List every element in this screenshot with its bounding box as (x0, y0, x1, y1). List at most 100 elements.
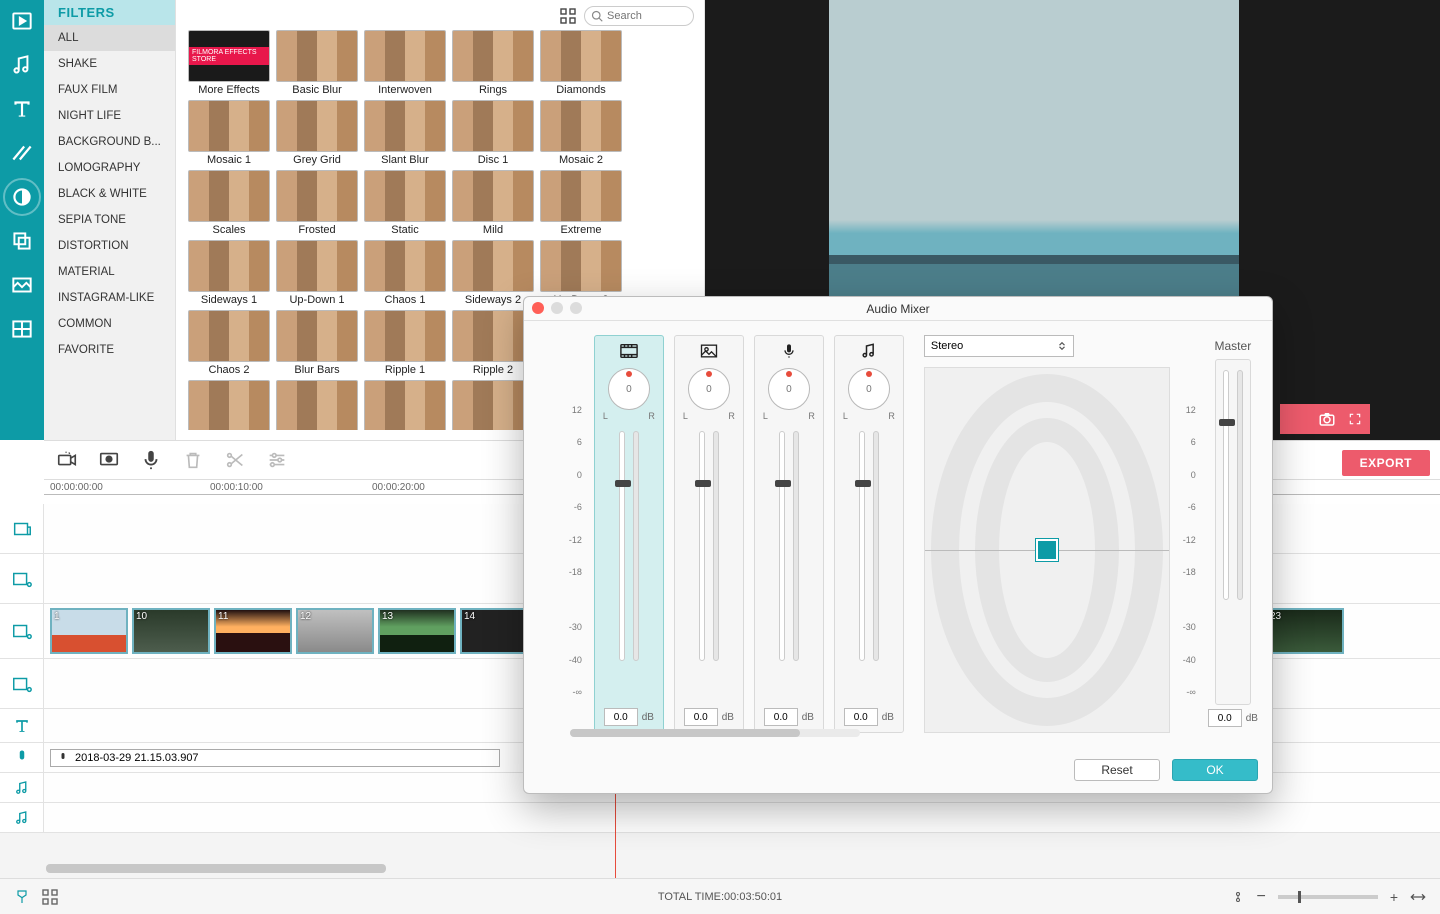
filter-item[interactable]: Scales (188, 170, 270, 236)
delete-icon[interactable] (182, 449, 204, 471)
volume-slider[interactable] (859, 431, 865, 661)
filter-item[interactable]: Chaos 2 (188, 310, 270, 376)
tune-icon[interactable] (266, 449, 288, 471)
search-field[interactable] (607, 10, 677, 22)
effects-icon[interactable] (9, 184, 35, 210)
channel-db-input[interactable] (684, 708, 718, 726)
elements-icon[interactable] (9, 272, 35, 298)
sidebar-item[interactable]: MATERIAL (44, 259, 175, 285)
filter-item[interactable]: Disc 1 (452, 100, 534, 166)
splitscreen-icon[interactable] (9, 316, 35, 342)
master-slider[interactable] (1223, 370, 1229, 600)
timeline-clip[interactable]: 23 (1266, 608, 1344, 654)
record-video-icon[interactable] (56, 449, 78, 471)
channel-db-input[interactable] (604, 708, 638, 726)
filter-item[interactable]: Slant Blur (364, 100, 446, 166)
fullscreen-icon[interactable] (1348, 412, 1362, 426)
export-button[interactable]: EXPORT (1342, 450, 1430, 476)
track-overlay-icon[interactable] (0, 659, 44, 708)
track-video-icon[interactable] (0, 554, 44, 603)
track-text-icon[interactable] (0, 709, 44, 742)
sidebar-item[interactable]: NIGHT LIFE (44, 103, 175, 129)
filter-item[interactable]: Grey Grid (276, 100, 358, 166)
zoom-out-icon[interactable]: − (1256, 888, 1265, 906)
panner-handle[interactable] (1036, 539, 1058, 561)
transition-icon[interactable] (9, 140, 35, 166)
filter-item[interactable]: Mosaic 2 (540, 100, 622, 166)
pan-knob[interactable]: 0 (768, 368, 810, 410)
mixer-channel[interactable]: 0LRdB (674, 335, 744, 733)
filter-item[interactable]: Blur Bars (276, 310, 358, 376)
voiceover-icon[interactable] (140, 449, 162, 471)
mixer-channel[interactable]: 0LRdB (834, 335, 904, 733)
track-mic-icon[interactable] (0, 743, 44, 772)
filter-item[interactable]: Mosaic 1 (188, 100, 270, 166)
grid-small-icon[interactable] (42, 889, 58, 905)
ok-button[interactable]: OK (1172, 759, 1258, 781)
filter-item[interactable]: Extreme (540, 170, 622, 236)
dialog-titlebar[interactable]: Audio Mixer (524, 297, 1272, 321)
sidebar-item[interactable]: SEPIA TONE (44, 207, 175, 233)
window-max-icon[interactable] (570, 302, 582, 314)
search-input[interactable] (584, 6, 694, 26)
filter-item[interactable]: Up-Down 1 (276, 240, 358, 306)
sidebar-item[interactable]: INSTAGRAM-LIKE (44, 285, 175, 311)
sidebar-item[interactable]: BACKGROUND B... (44, 129, 175, 155)
volume-slider[interactable] (779, 431, 785, 661)
filter-item[interactable]: Frosted (276, 170, 358, 236)
mixer-channel[interactable]: 0LRdB (754, 335, 824, 733)
sidebar-item[interactable]: ALL (44, 25, 175, 51)
sidebar-item[interactable]: COMMON (44, 311, 175, 337)
master-db-input[interactable] (1208, 709, 1242, 727)
marker-icon[interactable] (14, 889, 30, 905)
channel-scrollbar[interactable] (570, 729, 860, 737)
filter-item[interactable]: Interwoven (364, 30, 446, 96)
channel-db-input[interactable] (844, 708, 878, 726)
sidebar-item[interactable]: DISTORTION (44, 233, 175, 259)
track-video2-icon[interactable] (0, 604, 44, 658)
zoom-slider[interactable] (1278, 895, 1378, 899)
timeline-scrollbar[interactable] (46, 864, 1434, 874)
filter-item[interactable]: Sideways 2 (452, 240, 534, 306)
reset-button[interactable]: Reset (1074, 759, 1160, 781)
filter-item[interactable]: Mild (452, 170, 534, 236)
timeline-clip[interactable]: 10 (132, 608, 210, 654)
sidebar-item[interactable]: FAVORITE (44, 337, 175, 363)
filter-item[interactable]: Ripple 1 (364, 310, 446, 376)
pan-knob[interactable]: 0 (608, 368, 650, 410)
media-icon[interactable] (9, 8, 35, 34)
surround-panner[interactable] (924, 367, 1170, 733)
record-screen-icon[interactable] (98, 449, 120, 471)
track-music2-icon[interactable] (0, 803, 44, 832)
filter-item[interactable]: SimpleElegant (452, 380, 534, 430)
voiceover-clip[interactable]: 2018-03-29 21.15.03.907 (50, 749, 500, 767)
text-icon[interactable] (9, 96, 35, 122)
filter-item[interactable]: Sideways 1 (188, 240, 270, 306)
overlay-icon[interactable] (9, 228, 35, 254)
fit-icon[interactable] (1410, 891, 1426, 903)
pan-knob[interactable]: 0 (688, 368, 730, 410)
filter-item[interactable]: Rings (452, 30, 534, 96)
filter-item[interactable]: Chaos 1 (364, 240, 446, 306)
sidebar-item[interactable]: SHAKE (44, 51, 175, 77)
track-music-icon[interactable] (0, 773, 44, 802)
link-icon[interactable] (1232, 890, 1244, 904)
window-close-icon[interactable] (532, 302, 544, 314)
channel-db-input[interactable] (764, 708, 798, 726)
filter-item[interactable]: September (364, 380, 446, 430)
sidebar-item[interactable]: LOMOGRAPHY (44, 155, 175, 181)
camera-icon[interactable] (1318, 410, 1336, 428)
sidebar-item[interactable]: BLACK & WHITE (44, 181, 175, 207)
music-icon[interactable] (9, 52, 35, 78)
volume-slider[interactable] (619, 431, 625, 661)
filter-item[interactable]: Ripple 2 (452, 310, 534, 376)
grid-view-icon[interactable] (560, 8, 576, 24)
sidebar-item[interactable]: FAUX FILM (44, 77, 175, 103)
volume-slider[interactable] (699, 431, 705, 661)
timeline-clip[interactable]: 1 (50, 608, 128, 654)
mixer-channel[interactable]: 0LRdB (594, 335, 664, 733)
filter-item[interactable]: Static (364, 170, 446, 236)
filter-item[interactable]: Holiday (188, 380, 270, 430)
zoom-in-icon[interactable]: + (1390, 889, 1398, 905)
filter-item[interactable]: Metropolis (276, 380, 358, 430)
